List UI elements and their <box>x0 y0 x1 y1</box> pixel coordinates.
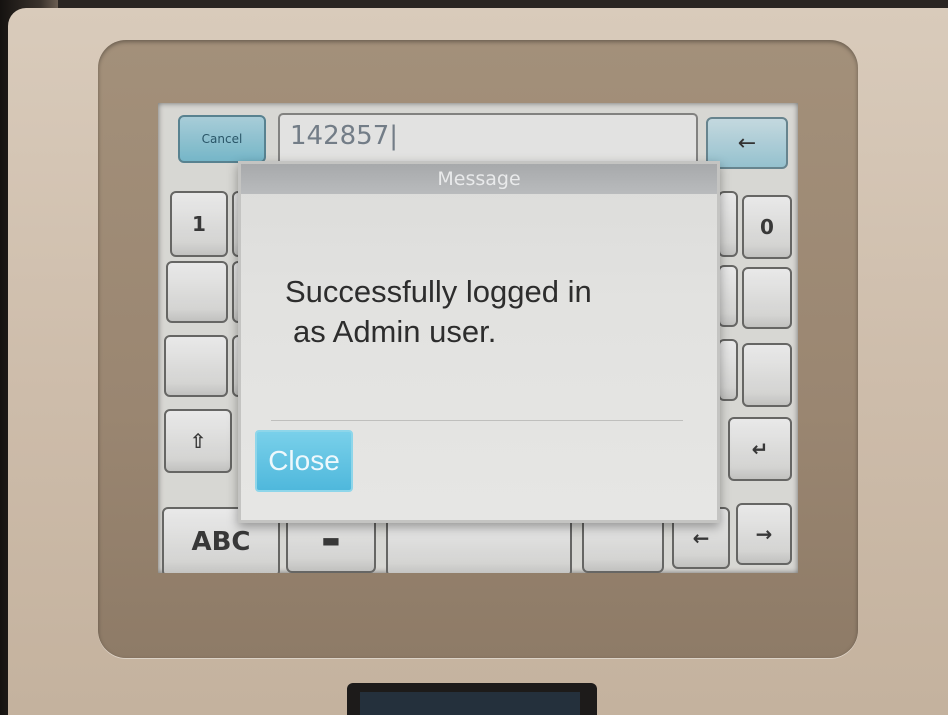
dialog-message-line2: as Admin user. <box>293 314 497 349</box>
message-dialog: Message Successfully logged in as Admin … <box>238 161 720 523</box>
dialog-divider <box>271 420 683 421</box>
dialog-message: Successfully logged in as Admin user. <box>285 272 685 352</box>
device-port-window <box>360 692 580 715</box>
dialog-title: Message <box>241 164 717 194</box>
close-button[interactable]: Close <box>255 430 353 492</box>
touch-screen: Cancel 142857| ← 1 0 ⇧ ↵ ABC ▬ ← → Messa… <box>158 103 798 573</box>
dialog-message-line1: Successfully logged in <box>285 274 592 309</box>
